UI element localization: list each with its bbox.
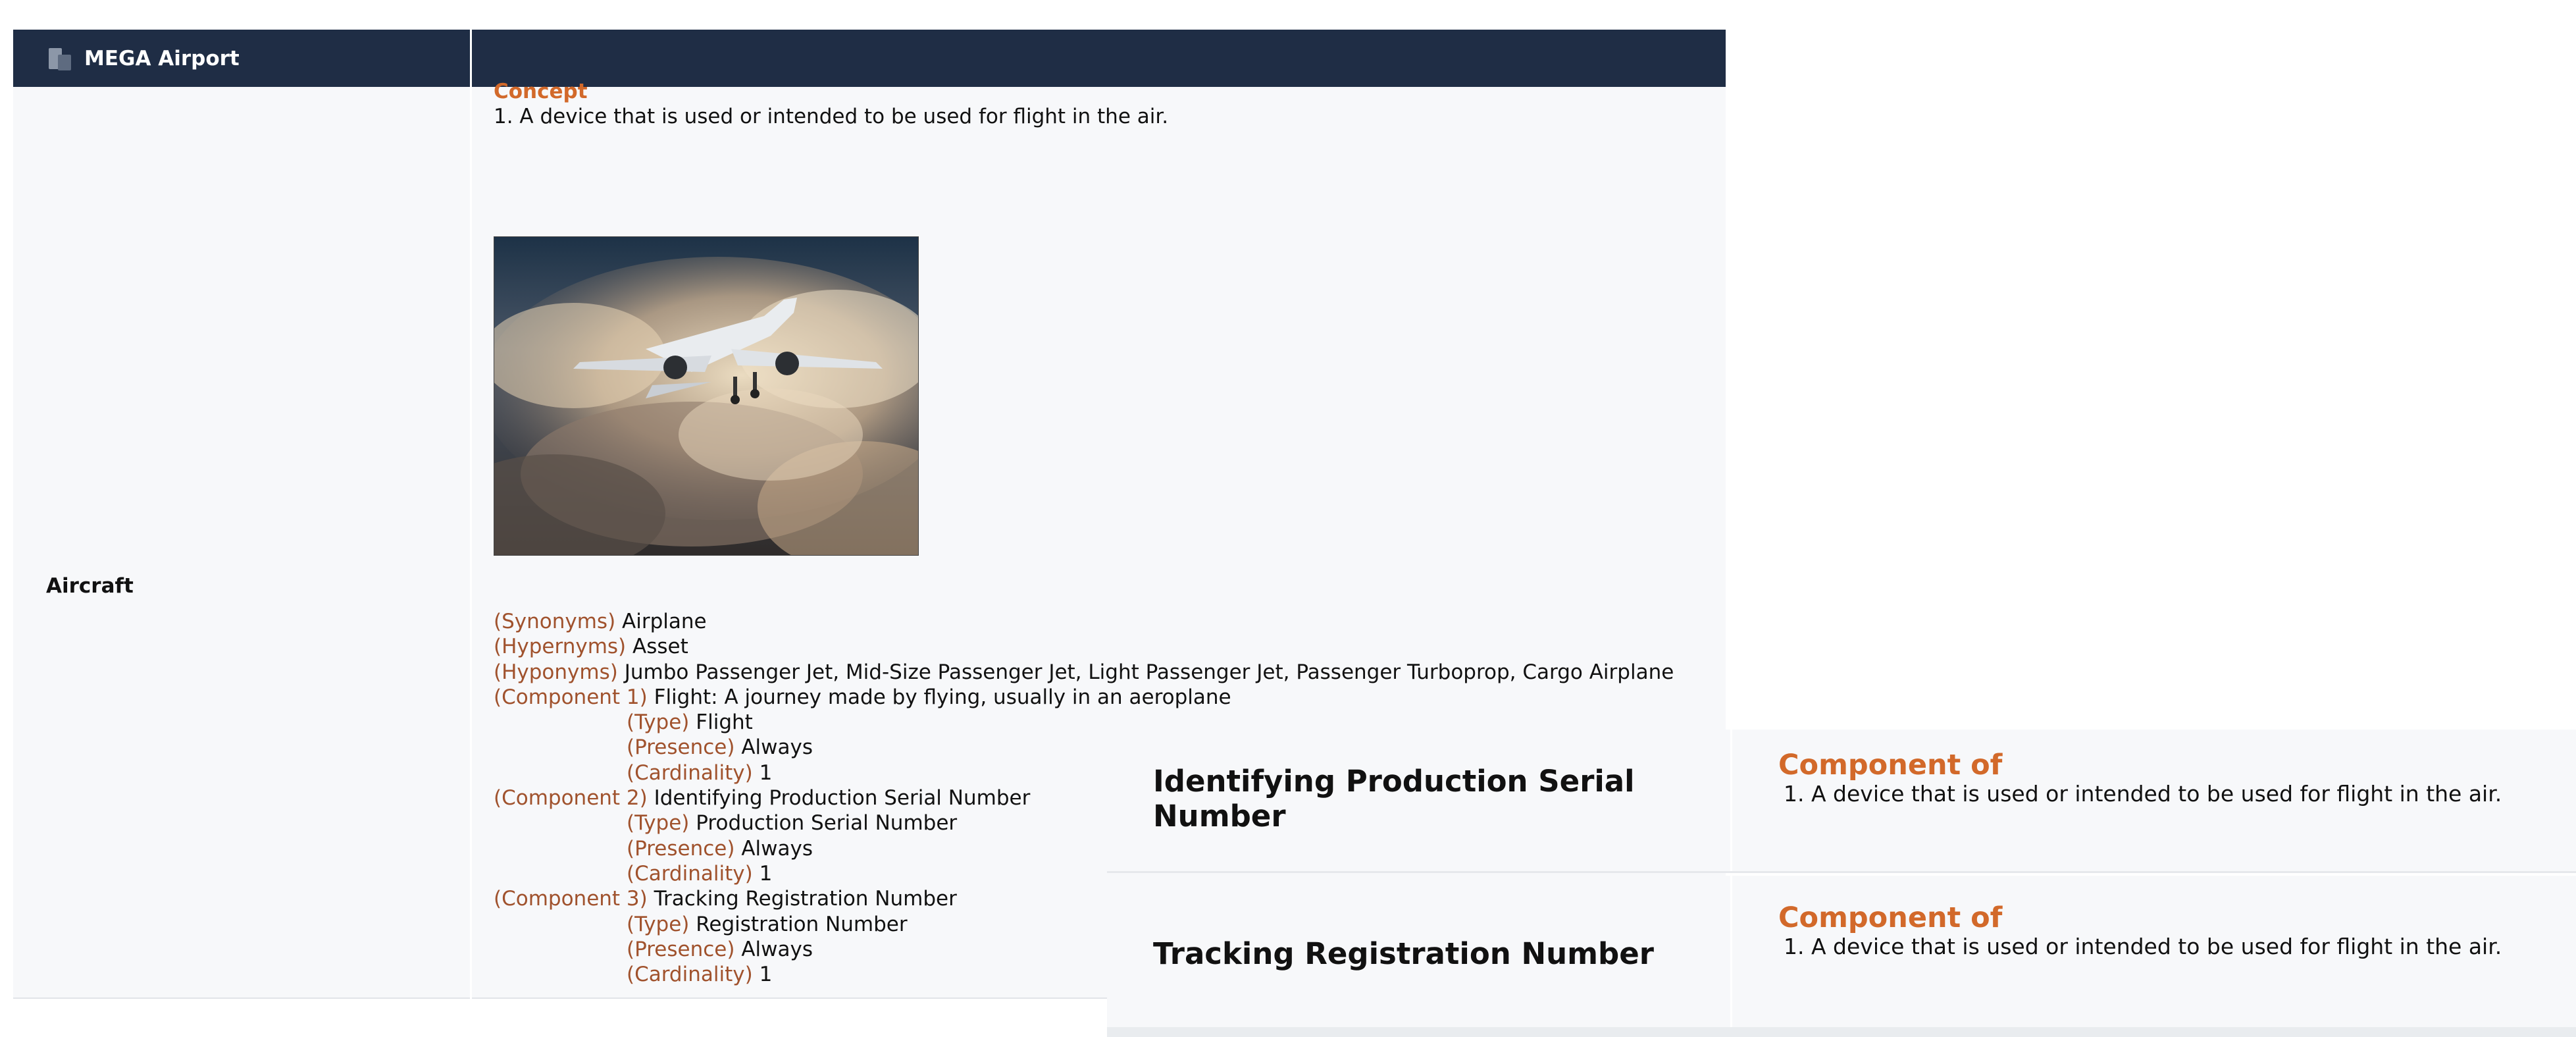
- card-term-cell: Tracking Registration Number: [1107, 876, 1732, 1032]
- hyponyms-label: (Hyponyms): [494, 660, 618, 684]
- building-icon: [46, 45, 72, 72]
- hypernyms-label: (Hypernyms): [494, 635, 627, 659]
- type-value: Flight: [696, 710, 753, 735]
- header-title-cell[interactable]: MEGA Airport: [13, 30, 472, 87]
- card-term-cell: Identifying Production Serial Number: [1107, 730, 1732, 871]
- hyponyms-row: (Hyponyms) Jumbo Passenger Jet, Mid-Size…: [494, 660, 1711, 685]
- airplane-photo: [494, 236, 919, 556]
- component-card[interactable]: Tracking Registration Number Component o…: [1107, 876, 2576, 1034]
- presence-label: (Presence): [627, 836, 735, 861]
- hypernyms-row: (Hypernyms) Asset: [494, 634, 1711, 659]
- card-divider: [1107, 1027, 2576, 1037]
- type-value: Production Serial Number: [696, 811, 958, 836]
- component-row: (Component 1) Flight: A journey made by …: [494, 685, 1711, 710]
- concept-heading: Concept: [494, 80, 588, 103]
- cardinality-label: (Cardinality): [627, 760, 753, 785]
- synonyms-label: (Synonyms): [494, 610, 616, 633]
- cardinality-value: 1: [759, 760, 773, 785]
- component-of-heading: Component of: [1778, 901, 2003, 934]
- component-of-definition: 1. A device that is used or intended to …: [1784, 781, 2502, 807]
- synonyms-row: (Synonyms) Airplane: [494, 609, 1711, 634]
- type-value: Registration Number: [696, 912, 908, 936]
- hyponyms-value[interactable]: Jumbo Passenger Jet, Mid-Size Passenger …: [625, 660, 1674, 684]
- table-header: MEGA Airport: [13, 30, 1726, 87]
- hypernyms-value[interactable]: Asset: [632, 635, 688, 658]
- cardinality-label: (Cardinality): [627, 861, 753, 886]
- type-label: (Type): [627, 710, 690, 735]
- app-title: MEGA Airport: [84, 46, 240, 70]
- component-value[interactable]: Tracking Registration Number: [654, 887, 957, 911]
- component-of-definition: 1. A device that is used or intended to …: [1784, 934, 2502, 959]
- card-term: Identifying Production Serial Number: [1153, 764, 1635, 834]
- component-value[interactable]: Identifying Production Serial Number: [654, 786, 1031, 810]
- component-label: (Component 1): [494, 685, 648, 709]
- synonyms-value[interactable]: Airplane: [622, 610, 707, 633]
- component-card[interactable]: Identifying Production Serial Number Com…: [1107, 730, 2576, 873]
- component-of-heading: Component of: [1778, 749, 2003, 782]
- presence-value: Always: [741, 836, 813, 861]
- presence-value: Always: [741, 937, 813, 961]
- card-detail: Component of 1. A device that is used or…: [1778, 749, 2502, 807]
- concept-definition: 1. A device that is used or intended to …: [494, 105, 1169, 128]
- component-value[interactable]: Flight: A journey made by flying, usuall…: [654, 685, 1231, 709]
- type-label: (Type): [627, 811, 690, 836]
- presence-label: (Presence): [627, 937, 735, 961]
- component-label: (Component 2): [494, 786, 648, 811]
- card-term: Tracking Registration Number: [1153, 936, 1654, 971]
- type-label: (Type): [627, 912, 690, 936]
- cardinality-label: (Cardinality): [627, 963, 753, 987]
- cardinality-value: 1: [759, 861, 773, 886]
- presence-label: (Presence): [627, 735, 735, 760]
- concept-section: Concept 1. A device that is used or inte…: [494, 79, 1705, 129]
- cardinality-value: 1: [759, 963, 773, 987]
- presence-value: Always: [741, 735, 813, 760]
- component-label: (Component 3): [494, 887, 648, 911]
- card-detail: Component of 1. A device that is used or…: [1778, 902, 2502, 960]
- term-label: Aircraft: [46, 574, 134, 598]
- term-cell: Aircraft: [13, 87, 472, 999]
